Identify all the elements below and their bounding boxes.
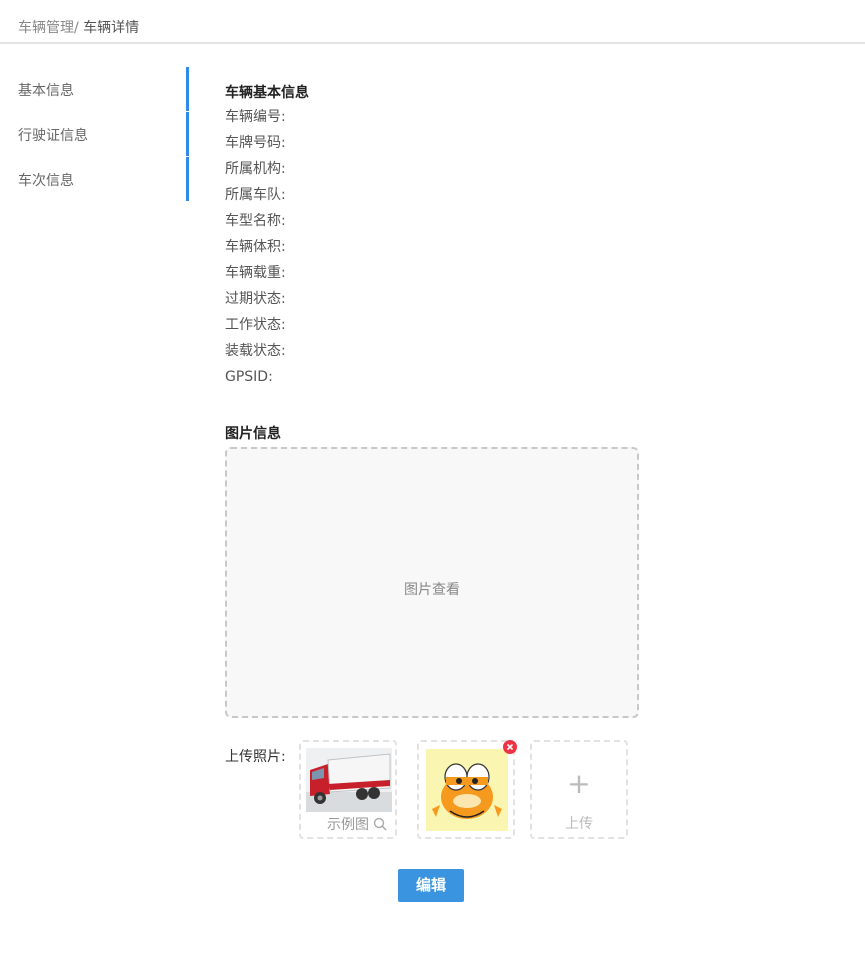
sidebar-item-label: 行驶证信息: [18, 128, 88, 144]
field-load-capacity: 车辆载重:: [225, 265, 286, 281]
image-viewer[interactable]: 图片查看: [225, 447, 639, 718]
upload-button-label: 上传: [565, 816, 593, 832]
edit-button[interactable]: 编辑: [398, 869, 464, 902]
basic-info-section: 车辆基本信息 车辆编号: 车牌号码: 所属机构: 所属车队: 车型名称: 车辆体…: [225, 82, 309, 390]
field-loading-status: 装载状态:: [225, 343, 286, 359]
sample-image-caption: 示例图: [327, 817, 369, 833]
remove-image-button[interactable]: [503, 740, 517, 754]
upload-photo-label: 上传照片:: [225, 749, 286, 765]
sidebar-item-license-info[interactable]: 行驶证信息: [0, 111, 190, 156]
breadcrumb-current: 车辆详情: [83, 20, 140, 36]
field-volume: 车辆体积:: [225, 239, 286, 255]
field-plate-number: 车牌号码:: [225, 135, 286, 151]
sidebar: 基本信息 行驶证信息 车次信息: [0, 66, 190, 201]
zoom-icon[interactable]: [373, 817, 387, 831]
sidebar-active-indicator: [186, 157, 189, 201]
breadcrumb-parent[interactable]: 车辆管理/: [18, 20, 79, 36]
sample-image-card[interactable]: 示例图: [299, 740, 397, 839]
sidebar-item-basic-info[interactable]: 基本信息: [0, 66, 190, 111]
uploaded-photo: [426, 749, 508, 831]
image-section-title: 图片信息: [225, 426, 281, 442]
sidebar-active-indicator: [186, 67, 189, 111]
uploaded-image-card[interactable]: [417, 740, 517, 839]
sidebar-active-indicator: [186, 112, 189, 156]
section-title: 车辆基本信息: [225, 85, 309, 101]
field-work-status: 工作状态:: [225, 317, 286, 333]
breadcrumb: 车辆管理/ 车辆详情: [18, 17, 139, 37]
field-gps-id: GPSID:: [225, 369, 273, 385]
plus-icon: +: [567, 767, 591, 800]
field-model-name: 车型名称:: [225, 213, 286, 229]
field-organization: 所属机构:: [225, 161, 286, 177]
field-fleet: 所属车队:: [225, 187, 286, 203]
top-bar: 车辆管理/ 车辆详情: [0, 0, 865, 44]
sidebar-item-label: 基本信息: [18, 83, 74, 99]
close-icon: [506, 743, 514, 751]
field-vehicle-number: 车辆编号:: [225, 109, 286, 125]
field-expiry-status: 过期状态:: [225, 291, 286, 307]
sidebar-item-label: 车次信息: [18, 173, 74, 189]
sidebar-item-trip-info[interactable]: 车次信息: [0, 156, 190, 201]
image-viewer-placeholder: 图片查看: [404, 582, 460, 598]
truck-image: [306, 748, 392, 812]
upload-image-button[interactable]: + 上传: [530, 740, 628, 839]
